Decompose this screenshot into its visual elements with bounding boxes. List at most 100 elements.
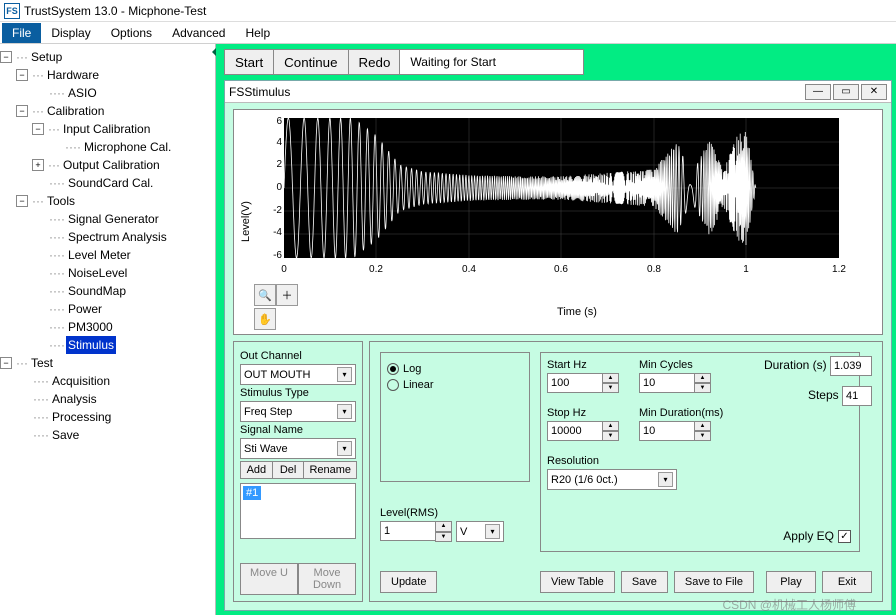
steps-label: Steps: [808, 388, 839, 402]
watermark: CSDN @机械工人杨师傅: [722, 596, 856, 613]
maximize-icon[interactable]: ▭: [833, 84, 859, 100]
stop-hz-input[interactable]: ▲▼: [547, 421, 619, 441]
redo-button[interactable]: Redo: [348, 49, 402, 75]
tree-toggle[interactable]: −: [16, 105, 28, 117]
log-radio[interactable]: Log: [387, 363, 523, 375]
signal-panel: Out Channel OUT MOUTH▾ Stimulus Type Fre…: [233, 341, 363, 602]
del-button[interactable]: Del: [272, 461, 305, 479]
menu-help[interactable]: Help: [235, 23, 280, 43]
tree-tools[interactable]: Tools: [45, 192, 77, 210]
tree-pm3000[interactable]: PM3000: [66, 318, 115, 336]
tree-toggle[interactable]: −: [32, 123, 44, 135]
start-hz-input[interactable]: ▲▼: [547, 373, 619, 393]
stimulus-window: FS Stimulus — ▭ ✕ Level(V) 642 0-2-4-6: [224, 80, 892, 611]
tree-processing[interactable]: Processing: [50, 408, 113, 426]
menu-file[interactable]: File: [2, 23, 41, 43]
chevron-down-icon[interactable]: ▾: [658, 472, 673, 487]
minimize-icon[interactable]: —: [805, 84, 831, 100]
menu-advanced[interactable]: Advanced: [162, 23, 235, 43]
tree-toggle[interactable]: −: [0, 357, 12, 369]
zoom-icon[interactable]: 🔍: [254, 284, 276, 306]
update-button[interactable]: Update: [380, 571, 437, 593]
signal-name-combo[interactable]: Sti Wave▾: [240, 438, 356, 459]
svg-text:4: 4: [276, 137, 282, 148]
save-to-file-button[interactable]: Save to File: [674, 571, 754, 593]
tree-hardware[interactable]: Hardware: [45, 66, 101, 84]
tree-pane: −···Setup −···Hardware ····ASIO −···Cali…: [0, 44, 216, 615]
move-down-button[interactable]: Move Down: [298, 563, 356, 595]
close-icon[interactable]: ✕: [861, 84, 887, 100]
continue-button[interactable]: Continue: [273, 49, 348, 75]
min-cycles-input[interactable]: ▲▼: [639, 373, 711, 393]
tree-toggle[interactable]: +: [32, 159, 44, 171]
menu-options[interactable]: Options: [101, 23, 162, 43]
tree-levelmeter[interactable]: Level Meter: [66, 246, 133, 264]
list-item[interactable]: #1: [243, 486, 261, 500]
tree-toggle[interactable]: −: [16, 69, 28, 81]
tree-toggle[interactable]: −: [0, 51, 12, 63]
duration-label: Duration (s): [764, 358, 827, 372]
resolution-label: Resolution: [547, 455, 853, 467]
tree-analysis[interactable]: Analysis: [50, 390, 99, 408]
tree-noiselevel[interactable]: NoiseLevel: [66, 264, 129, 282]
move-up-button[interactable]: Move U: [240, 563, 298, 595]
duration-value: 1.039: [830, 356, 872, 376]
pan-icon[interactable]: ✋: [254, 308, 276, 330]
tree-save[interactable]: Save: [50, 426, 81, 444]
stimulus-type-label: Stimulus Type: [240, 387, 356, 399]
tree-soundmap[interactable]: SoundMap: [66, 282, 128, 300]
window-icon: FS: [229, 85, 244, 99]
out-channel-label: Out Channel: [240, 350, 356, 362]
crosshair-icon[interactable]: ＋: [276, 284, 298, 306]
svg-text:1: 1: [743, 264, 749, 275]
chevron-down-icon[interactable]: ▾: [485, 524, 500, 539]
plot-xlabel: Time (s): [276, 306, 878, 330]
tree-siggen[interactable]: Signal Generator: [66, 210, 161, 228]
tree-input-cal[interactable]: Input Calibration: [61, 120, 152, 138]
svg-text:2: 2: [276, 159, 282, 170]
tree-power[interactable]: Power: [66, 300, 104, 318]
tree-spectrum[interactable]: Spectrum Analysis: [66, 228, 169, 246]
scale-group: Log Linear: [380, 352, 530, 482]
tree-setup[interactable]: Setup: [29, 48, 64, 66]
add-button[interactable]: Add: [240, 461, 273, 479]
splitter[interactable]: [216, 44, 220, 615]
tree-asio[interactable]: ASIO: [66, 84, 99, 102]
tree-test[interactable]: Test: [29, 354, 55, 372]
svg-text:1.2: 1.2: [832, 264, 846, 275]
tree-stimulus[interactable]: Stimulus: [66, 336, 116, 354]
apply-eq-label: Apply EQ: [783, 529, 834, 543]
tree-mic-cal[interactable]: Microphone Cal.: [82, 138, 173, 156]
chevron-down-icon[interactable]: ▾: [337, 404, 352, 419]
tree-output-cal[interactable]: Output Calibration: [61, 156, 162, 174]
tree-soundcard-cal[interactable]: SoundCard Cal.: [66, 174, 155, 192]
signal-list[interactable]: #1: [240, 483, 356, 539]
exit-button[interactable]: Exit: [822, 571, 872, 593]
signal-name-label: Signal Name: [240, 424, 356, 436]
level-unit-combo[interactable]: V▾: [456, 521, 504, 542]
svg-text:-4: -4: [273, 227, 282, 238]
plot-ylabel: Level(V): [238, 114, 254, 330]
level-value-input[interactable]: ▲▼: [380, 521, 452, 542]
svg-text:0: 0: [276, 182, 282, 193]
chevron-down-icon[interactable]: ▾: [337, 441, 352, 456]
play-button[interactable]: Play: [766, 571, 816, 593]
save-button[interactable]: Save: [621, 571, 668, 593]
level-rms-label: Level(RMS): [380, 507, 504, 519]
start-button[interactable]: Start: [224, 49, 274, 75]
tree-calibration[interactable]: Calibration: [45, 102, 106, 120]
apply-eq-checkbox[interactable]: ✓: [838, 530, 851, 543]
chevron-down-icon[interactable]: ▾: [337, 367, 352, 382]
rename-button[interactable]: Rename: [303, 461, 357, 479]
resolution-combo[interactable]: R20 (1/6 0ct.)▾: [547, 469, 677, 490]
svg-text:-6: -6: [273, 250, 282, 261]
view-table-button[interactable]: View Table: [540, 571, 615, 593]
tree-toggle[interactable]: −: [16, 195, 28, 207]
out-channel-combo[interactable]: OUT MOUTH▾: [240, 364, 356, 385]
waveform-plot[interactable]: 642 0-2-4-6: [254, 114, 878, 282]
min-dur-input[interactable]: ▲▼: [639, 421, 723, 441]
stimulus-type-combo[interactable]: Freq Step▾: [240, 401, 356, 422]
menu-display[interactable]: Display: [41, 23, 100, 43]
tree-acquisition[interactable]: Acquisition: [50, 372, 112, 390]
linear-radio[interactable]: Linear: [387, 379, 523, 391]
